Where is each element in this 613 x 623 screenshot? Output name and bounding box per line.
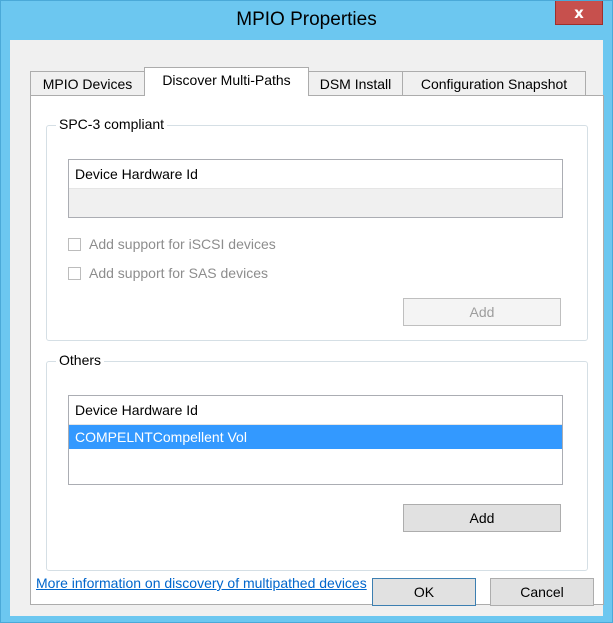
close-icon: x [574, 3, 584, 22]
tab-configuration-snapshot[interactable]: Configuration Snapshot [402, 71, 586, 95]
mpio-properties-window: MPIO Properties x MPIO Devices Discover … [0, 0, 613, 623]
others-group: Others Device Hardware Id COMPELNTCompel… [46, 352, 588, 571]
dialog-client-area: MPIO Devices Discover Multi-Paths DSM In… [10, 40, 604, 616]
title-bar[interactable]: MPIO Properties x [1, 1, 612, 37]
others-device-list[interactable]: Device Hardware Id COMPELNTCompellent Vo… [68, 395, 563, 485]
discovery-info-link[interactable]: More information on discovery of multipa… [36, 575, 367, 591]
iscsi-support-label: Add support for iSCSI devices [89, 236, 276, 252]
close-button[interactable]: x [555, 1, 603, 25]
spc3-group-label: SPC-3 compliant [56, 116, 168, 132]
spc3-list-header[interactable]: Device Hardware Id [69, 160, 562, 189]
iscsi-support-checkbox[interactable] [68, 237, 81, 251]
sas-support-option[interactable]: Add support for SAS devices [68, 265, 268, 281]
sas-support-checkbox[interactable] [68, 266, 81, 280]
spc3-compliant-group: SPC-3 compliant Device Hardware Id Add s… [46, 116, 588, 341]
spc3-device-list[interactable]: Device Hardware Id [68, 159, 563, 218]
others-list-header[interactable]: Device Hardware Id [69, 396, 562, 425]
sas-support-label: Add support for SAS devices [89, 265, 268, 281]
tab-dsm-install[interactable]: DSM Install [308, 71, 403, 95]
tab-discover-multi-paths[interactable]: Discover Multi-Paths [144, 67, 309, 96]
cancel-button[interactable]: Cancel [490, 578, 594, 606]
others-add-button[interactable]: Add [403, 504, 561, 532]
tab-mpio-devices[interactable]: MPIO Devices [30, 71, 145, 95]
discover-multi-paths-panel: SPC-3 compliant Device Hardware Id Add s… [30, 95, 604, 605]
list-item[interactable]: COMPELNTCompellent Vol [69, 425, 562, 449]
window-title: MPIO Properties [236, 9, 377, 30]
spc3-add-button[interactable]: Add [403, 298, 561, 326]
iscsi-support-option[interactable]: Add support for iSCSI devices [68, 236, 276, 252]
spc3-list-empty-area [69, 189, 562, 217]
ok-button[interactable]: OK [372, 578, 476, 606]
others-group-label: Others [56, 352, 105, 368]
